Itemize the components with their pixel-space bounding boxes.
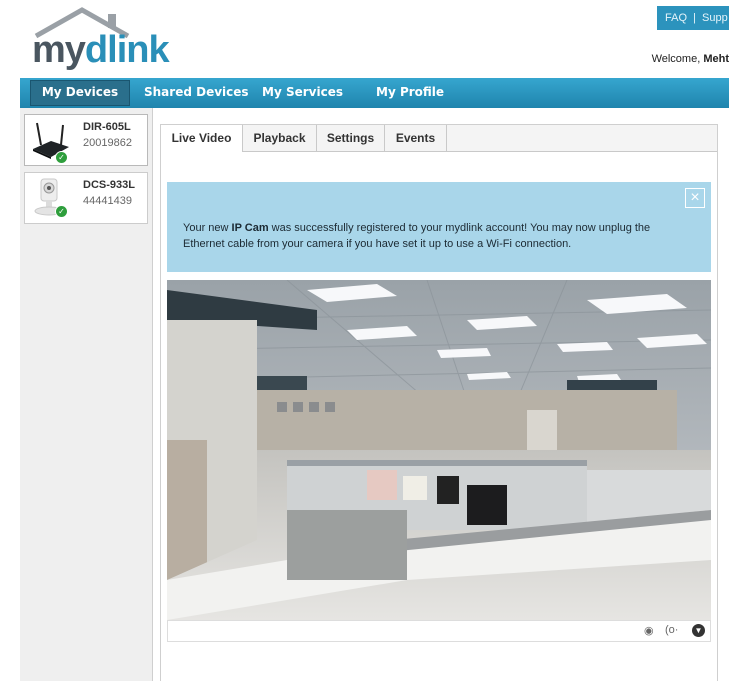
registration-notice: × Your new IP Cam was successfully regis… (167, 182, 711, 272)
notice-message: Your new IP Cam was successfully registe… (183, 220, 683, 252)
logo-my: my (32, 29, 86, 71)
tab-events[interactable]: Events (385, 125, 447, 151)
device-sidebar: ✓ DIR-605L 20019862 ✓ DCS-933L 44441439 (20, 108, 153, 681)
user-name[interactable]: Meht (703, 53, 729, 65)
device-panel: Live Video Playback Settings Events × Yo… (160, 124, 718, 681)
nav-my-devices[interactable]: My Devices (30, 80, 130, 106)
video-controls: ◉ (o· ▼ (167, 620, 711, 642)
nav-my-services[interactable]: My Services (262, 78, 343, 108)
live-video-feed[interactable] (167, 280, 711, 620)
link-separator: | (693, 12, 696, 24)
tab-live-video[interactable]: Live Video (161, 125, 243, 152)
office-camera-image (167, 280, 711, 620)
tab-settings[interactable]: Settings (317, 125, 385, 151)
tab-playback[interactable]: Playback (243, 125, 317, 151)
device-item-dcs933l[interactable]: ✓ DCS-933L 44441439 (24, 172, 148, 224)
nav-my-profile[interactable]: My Profile (376, 78, 444, 108)
device-name: DIR-605L (83, 121, 131, 133)
settings-dot-icon[interactable]: ◉ (644, 624, 654, 637)
device-name: DCS-933L (83, 179, 135, 191)
main-nav: My Devices Shared Devices My Services My… (20, 78, 729, 108)
device-tabs: Live Video Playback Settings Events (161, 125, 717, 152)
faq-link[interactable]: FAQ (665, 12, 687, 24)
audio-icon[interactable]: (o· (665, 624, 678, 636)
nav-shared-devices[interactable]: Shared Devices (144, 78, 249, 108)
device-serial: 44441439 (83, 195, 132, 207)
device-item-dir605l[interactable]: ✓ DIR-605L 20019862 (24, 114, 148, 166)
welcome-prefix: Welcome, (651, 53, 701, 65)
mydlink-logo[interactable]: mydlink (22, 6, 182, 76)
close-icon[interactable]: × (685, 188, 705, 208)
logo-dlink: dlink (84, 29, 170, 71)
device-serial: 20019862 (83, 137, 132, 149)
notice-text-before: Your new (183, 222, 232, 234)
support-link[interactable]: Supp (702, 12, 728, 24)
logo-text: mydlink (32, 29, 170, 71)
notice-ip-cam: IP Cam (231, 222, 269, 234)
chevron-down-icon[interactable]: ▼ (692, 624, 705, 637)
welcome-message: Welcome, Meht (652, 53, 729, 65)
online-check-icon: ✓ (55, 151, 68, 164)
help-links: FAQ | Supp (657, 6, 729, 30)
online-check-icon: ✓ (55, 205, 68, 218)
header: mydlink FAQ | Supp Welcome, Meht (0, 0, 729, 78)
